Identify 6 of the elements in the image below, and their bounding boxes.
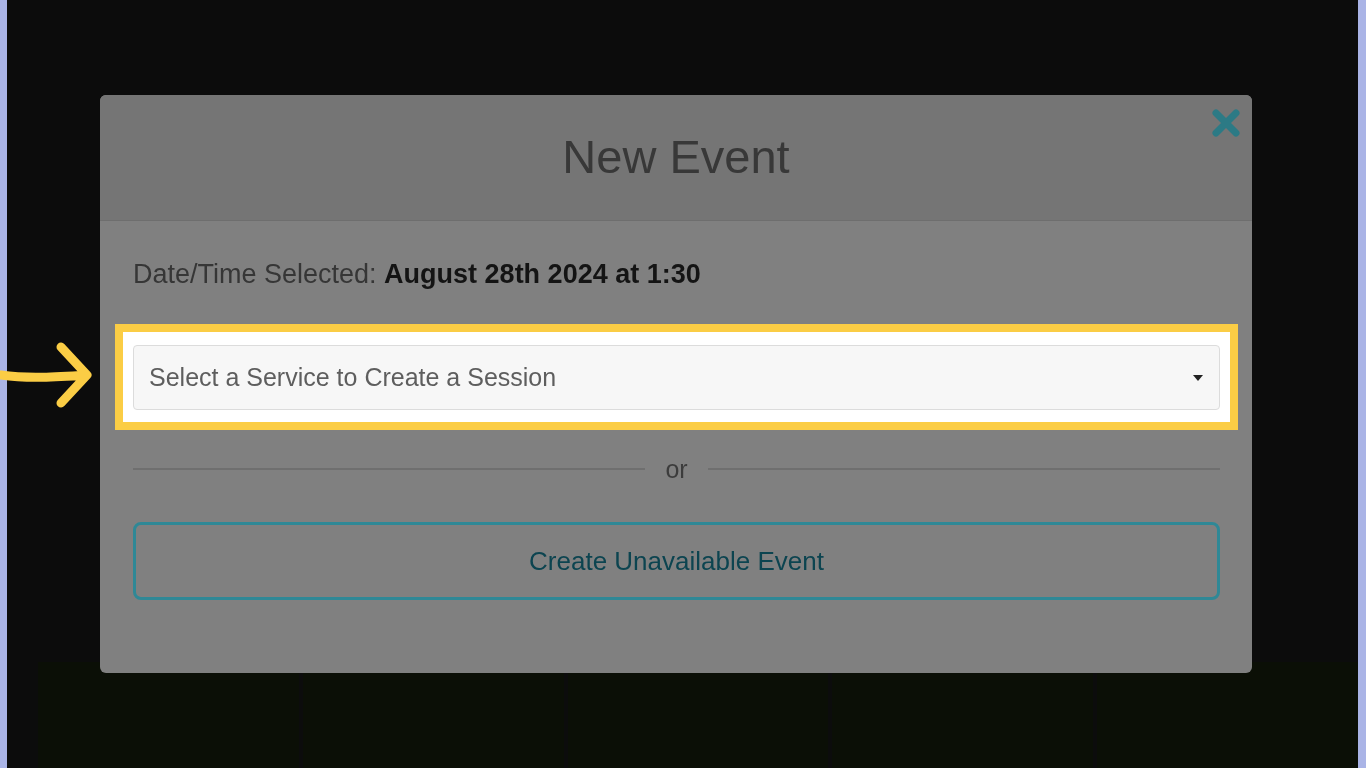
caret-icon [1193, 374, 1203, 381]
divider-text: or [665, 454, 688, 484]
dialog-title: New Event [562, 129, 790, 184]
service-select[interactable]: Select a Service to Create a Session [133, 345, 1220, 410]
close-icon[interactable] [1212, 109, 1240, 137]
selected-date-time: Date/Time Selected: August 28th 2024 at 1:30 [133, 258, 702, 291]
